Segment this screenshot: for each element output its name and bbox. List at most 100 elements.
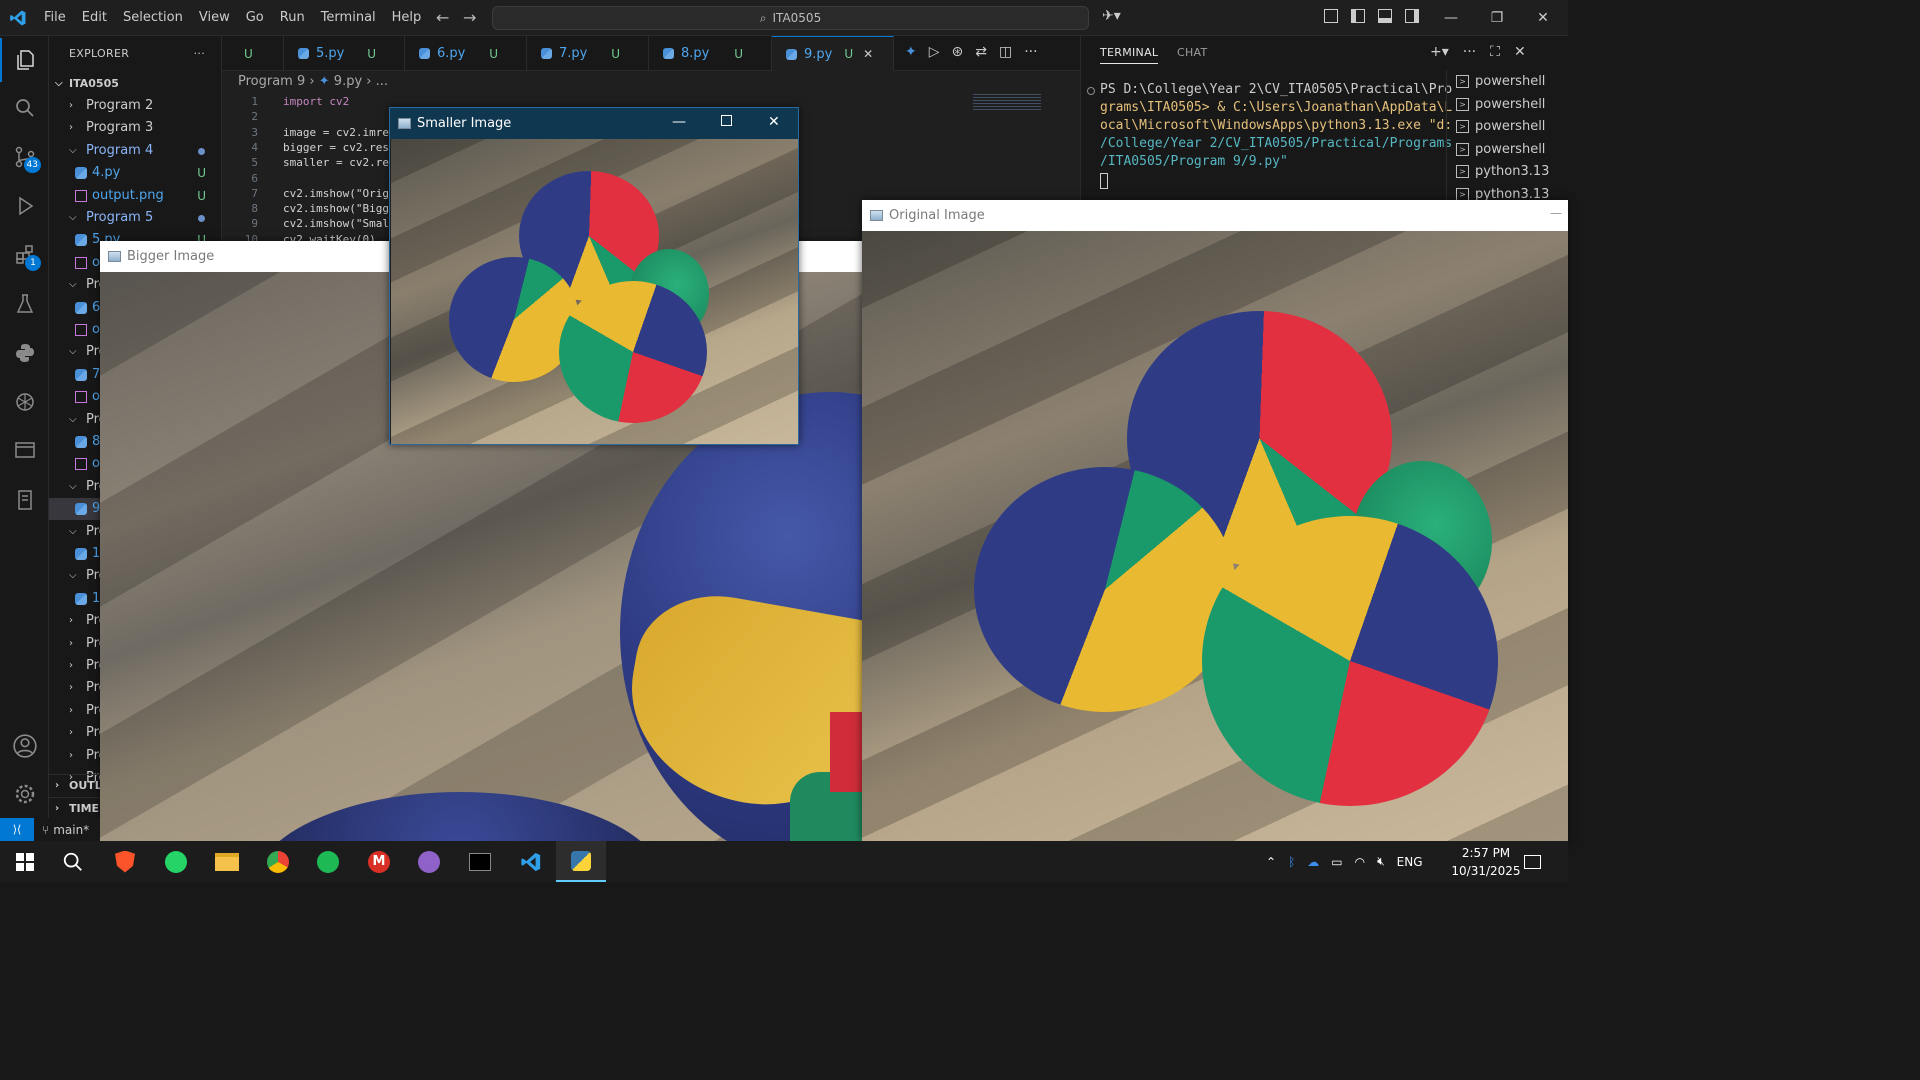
tab-8.py[interactable]: 8.py U — [649, 36, 772, 71]
minimize-button[interactable]: — — [1550, 206, 1562, 220]
command-center-search[interactable]: ⌕ ITA0505 — [492, 6, 1089, 30]
window-title-bar[interactable]: Smaller Image — ✕ — [390, 108, 798, 139]
restore-button[interactable]: ❐ — [1474, 0, 1520, 36]
maximize-button[interactable] — [721, 115, 732, 126]
breadcrumb-symbols[interactable]: ... — [376, 74, 388, 89]
toggle-sidebar-icon[interactable] — [1351, 9, 1365, 23]
terminal-session-item[interactable]: > python3.13 — [1456, 164, 1549, 179]
clock[interactable]: 2:57 PM 10/31/2025 — [1446, 841, 1526, 882]
minimap[interactable] — [973, 94, 1041, 112]
notifications-icon[interactable] — [1524, 841, 1546, 882]
terminal-session-item[interactable]: > powershell — [1456, 97, 1545, 112]
more-actions-icon[interactable]: ··· — [1463, 44, 1476, 60]
file-item[interactable]: 4.py U — [49, 162, 221, 184]
toggle-panel-icon[interactable] — [1378, 9, 1392, 23]
chevron-up-icon[interactable]: ⌃ — [1266, 855, 1276, 869]
battery-icon[interactable]: ▭ — [1331, 855, 1342, 869]
terminal-session-item[interactable]: > powershell — [1456, 74, 1545, 89]
menu-item-terminal[interactable]: Terminal — [313, 0, 384, 36]
forward-arrow-icon[interactable]: → — [463, 8, 476, 27]
close-button[interactable]: ✕ — [768, 114, 780, 130]
wifi-icon[interactable]: ◠ — [1355, 855, 1365, 869]
notebook-icon[interactable] — [0, 478, 49, 522]
tab-file[interactable]: U — [222, 36, 284, 71]
back-arrow-icon[interactable]: ← — [436, 8, 449, 27]
github-icon[interactable] — [404, 841, 454, 882]
terminal-session-label: powershell — [1475, 74, 1546, 89]
testing-flask-icon[interactable] — [0, 282, 49, 326]
tab-chat[interactable]: CHAT — [1177, 46, 1208, 59]
tab-7.py[interactable]: 7.py U — [527, 36, 649, 71]
more-actions-icon[interactable]: ··· — [1024, 44, 1037, 60]
menu-item-run[interactable]: Run — [272, 0, 313, 36]
explorer-icon[interactable] — [0, 38, 49, 82]
run-debug-icon[interactable] — [0, 184, 49, 228]
python-icon[interactable] — [556, 841, 606, 882]
terminal-session-item[interactable]: > powershell — [1456, 119, 1545, 134]
breadcrumb-folder[interactable]: Program 9 — [238, 74, 305, 89]
python-file-icon[interactable]: ✦ — [905, 44, 917, 60]
menu-item-edit[interactable]: Edit — [74, 0, 115, 36]
folder-item[interactable]: ⌵ Program 5 — [49, 207, 221, 229]
spotify-icon[interactable] — [303, 841, 353, 882]
brave-browser-icon[interactable] — [100, 841, 150, 882]
volume-muted-icon[interactable]: 🔇︎ — [1377, 854, 1385, 869]
run-icon[interactable]: ▷ — [929, 44, 940, 60]
source-control-icon[interactable]: 43 — [0, 135, 49, 179]
search-icon[interactable] — [48, 841, 98, 882]
maximize-panel-icon[interactable]: ⛶ — [1490, 44, 1500, 60]
menu-item-view[interactable]: View — [191, 0, 238, 36]
minimize-button[interactable]: — — [672, 114, 686, 130]
window-title-bar[interactable]: Original Image — — [862, 200, 1568, 231]
extensions-icon[interactable]: 1 — [0, 233, 49, 277]
folder-item[interactable]: › Program 3 — [49, 117, 221, 139]
menu-item-help[interactable]: Help — [384, 0, 430, 36]
terminal-icon[interactable] — [455, 841, 505, 882]
vscode-icon[interactable] — [506, 841, 556, 882]
layout-toggle-icon[interactable] — [1324, 9, 1338, 23]
folder-item[interactable]: ⌵ Program 4 — [49, 140, 221, 162]
folder-item[interactable]: › Program 2 — [49, 95, 221, 117]
onedrive-icon[interactable]: ☁ — [1307, 855, 1319, 869]
file-explorer-icon[interactable] — [202, 841, 252, 882]
copilot-icon[interactable]: ✈▾ — [1102, 8, 1121, 24]
start-icon[interactable] — [0, 841, 50, 882]
chrome-icon[interactable] — [253, 841, 303, 882]
openai-icon[interactable] — [0, 380, 49, 424]
language-indicator[interactable]: ENG — [1397, 855, 1423, 869]
original-image-window[interactable]: Original Image — — [862, 200, 1568, 841]
settings-gear-icon[interactable] — [0, 772, 49, 816]
close-tab-icon[interactable]: ✕ — [863, 47, 873, 61]
minimize-button[interactable]: — — [1428, 0, 1474, 36]
python-file-icon — [298, 48, 309, 59]
menu-item-go[interactable]: Go — [238, 0, 272, 36]
tab-6.py[interactable]: 6.py U — [405, 36, 527, 71]
new-terminal-icon[interactable]: +▾ — [1430, 44, 1449, 60]
remote-indicator-icon[interactable]: ⟩⟨ — [0, 818, 34, 841]
close-panel-icon[interactable]: ✕ — [1514, 44, 1526, 60]
tab-9.py[interactable]: 9.py U ✕ — [772, 36, 894, 71]
account-icon[interactable] — [0, 724, 49, 768]
remote-explorer-icon[interactable] — [0, 429, 49, 473]
search-icon[interactable] — [0, 86, 49, 130]
more-actions-icon[interactable]: ··· — [194, 36, 205, 71]
tab-5.py[interactable]: 5.py U — [284, 36, 405, 71]
close-button[interactable]: ✕ — [1520, 0, 1566, 36]
breadcrumb-file[interactable]: 9.py — [334, 74, 362, 89]
menu-item-file[interactable]: File — [36, 0, 74, 36]
whatsapp-icon[interactable] — [151, 841, 201, 882]
gmail-icon[interactable]: M — [354, 841, 404, 882]
terminal-session-item[interactable]: > powershell — [1456, 142, 1545, 157]
smaller-image-window[interactable]: Smaller Image — ✕ — [389, 107, 799, 445]
file-item[interactable]: output.png U — [49, 185, 221, 207]
bluetooth-icon[interactable]: ᛒ — [1288, 855, 1295, 869]
compare-icon[interactable]: ⇄ — [975, 44, 987, 60]
branch-label[interactable]: main* — [53, 823, 89, 837]
tab-terminal[interactable]: TERMINAL — [1100, 46, 1159, 64]
python-icon[interactable] — [0, 331, 49, 375]
split-editor-icon[interactable]: ◫ — [999, 44, 1012, 60]
workspace-root[interactable]: ⌵ ITA0505 — [49, 73, 221, 95]
openai-icon[interactable]: ⊛ — [952, 44, 964, 60]
toggle-secondary-sidebar-icon[interactable] — [1405, 9, 1419, 23]
menu-item-selection[interactable]: Selection — [115, 0, 191, 36]
